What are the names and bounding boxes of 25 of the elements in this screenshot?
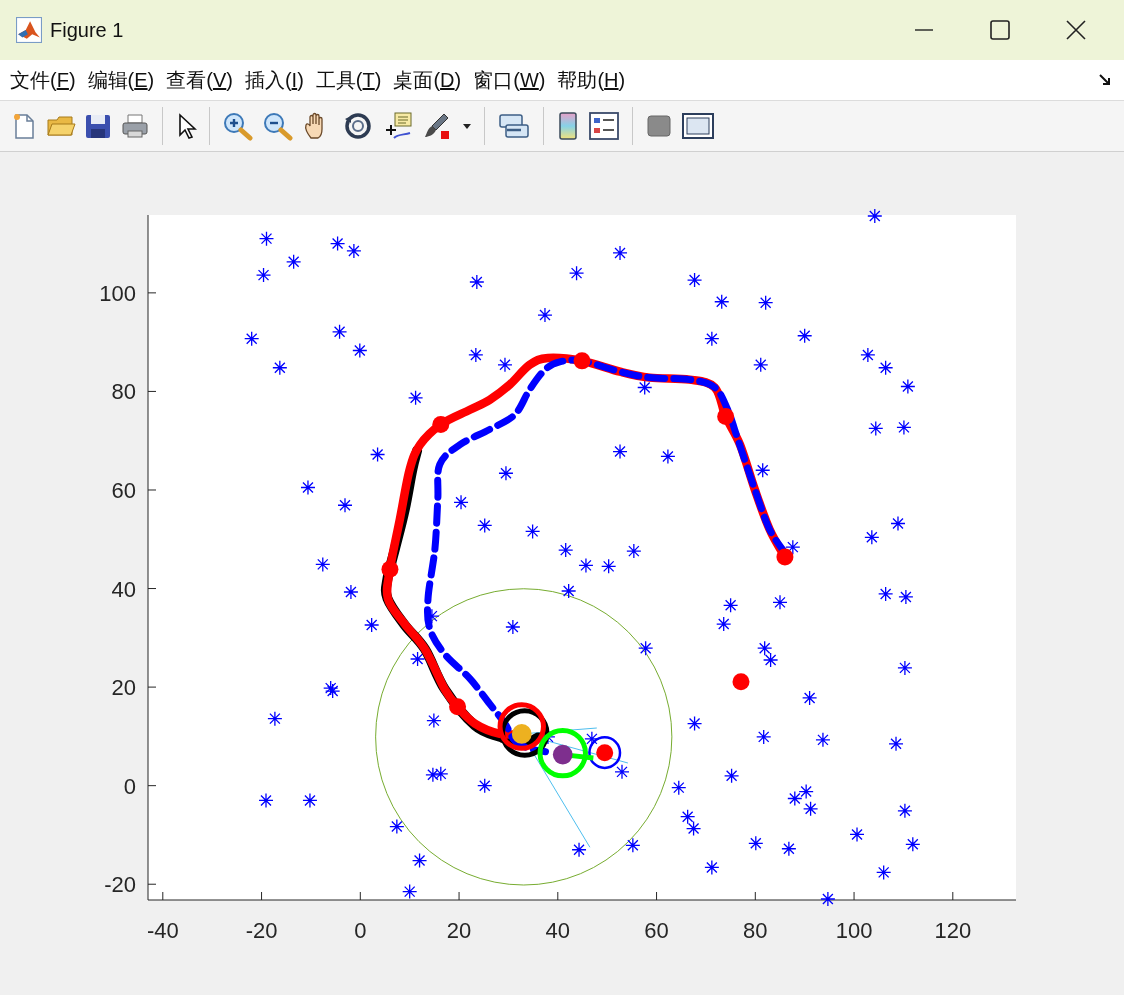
tick-label: 0 (123, 773, 136, 799)
tick-label: 20 (111, 675, 136, 701)
menu-item[interactable]: 编辑(E) (87, 66, 155, 94)
tick-label: 80 (743, 918, 768, 943)
tick-label: -40 (146, 918, 179, 943)
menu-item[interactable]: 查看(V) (166, 66, 233, 94)
menu-item[interactable]: 桌面(D) (393, 66, 462, 94)
tick-label: 120 (934, 918, 972, 943)
menu-item[interactable]: 工具(T) (315, 66, 382, 94)
tick-label: 40 (545, 918, 571, 943)
tick-label: 40 (111, 576, 136, 602)
tick-label: 100 (99, 280, 136, 306)
menu-item[interactable]: 插入(I) (244, 66, 304, 94)
tick-label: 0 (354, 918, 367, 943)
menu-item[interactable]: 帮助(H) (557, 66, 626, 94)
tick-label: 20 (446, 918, 472, 943)
tick-label: 100 (835, 918, 873, 943)
tick-label: -20 (245, 918, 278, 943)
menu-item[interactable]: 窗口(W) (473, 66, 546, 94)
tick-label: 60 (111, 478, 136, 503)
menu-item[interactable]: 文件(F) (10, 66, 76, 94)
tick-label: 80 (111, 379, 136, 405)
tick-label: 60 (644, 918, 669, 943)
window-title: Figure 1 (50, 18, 124, 42)
tick-label: -20 (104, 872, 136, 898)
